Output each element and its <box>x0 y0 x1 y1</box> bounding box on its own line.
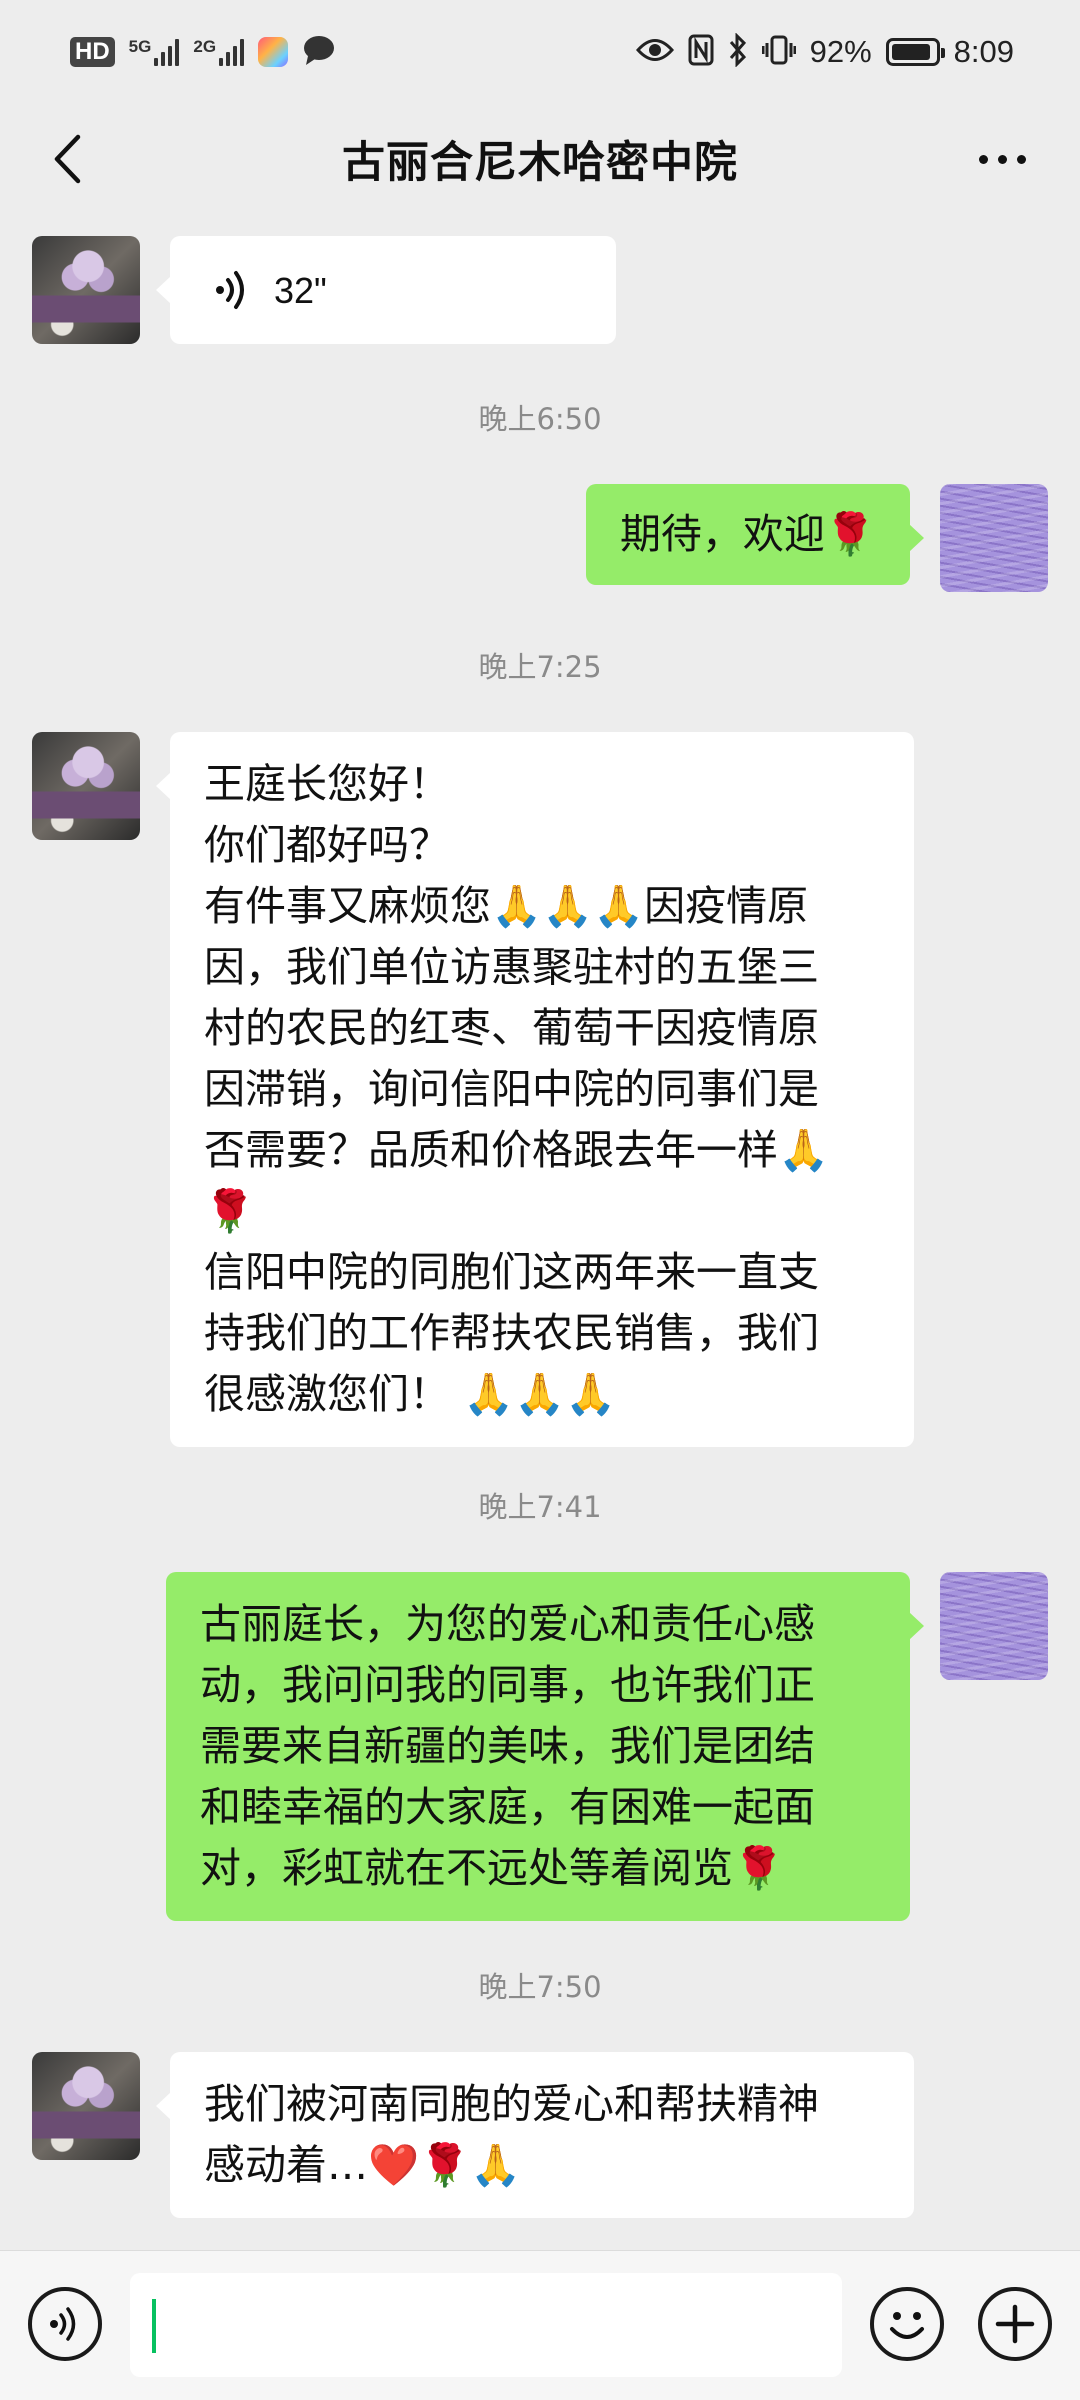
message-row: 王庭长您好！ 你们都好吗？ 有件事又麻烦您🙏🙏🙏因疫情原 因，我们单位访惠聚驻村… <box>0 732 1080 1447</box>
friend-avatar[interactable] <box>32 732 140 840</box>
chevron-left-icon <box>54 134 81 184</box>
message-input[interactable] <box>130 2273 842 2377</box>
message-line: 信阳中院的同胞们这两年来一直支 <box>204 1248 819 1296</box>
incoming-message-bubble[interactable]: 王庭长您好！ 你们都好吗？ 有件事又麻烦您🙏🙏🙏因疫情原 因，我们单位访惠聚驻村… <box>156 732 914 1447</box>
message-line: 古丽庭长，为您的爱心和责任心感 <box>200 1600 815 1648</box>
clock: 8:09 <box>953 34 1014 69</box>
emoji-icon <box>890 2312 924 2339</box>
emoji-button[interactable] <box>870 2287 944 2361</box>
message-line: 你们都好吗？ <box>204 821 450 869</box>
message-line: 感动着…❤️🌹🙏 <box>204 2141 522 2189</box>
timestamp: 晚上7:50 <box>478 1970 602 2004</box>
signal-bars-icon <box>219 38 245 66</box>
message-line: 很感激您们！ 🙏🙏🙏 <box>204 1370 617 1418</box>
my-avatar[interactable] <box>940 484 1048 592</box>
message-line: 王庭长您好！ <box>204 760 450 808</box>
status-left: HD 5G 2G <box>70 34 336 70</box>
sim2-network-label: 2G <box>193 37 217 56</box>
more-dots-icon <box>978 154 988 164</box>
message-row: 古丽庭长，为您的爱心和责任心感 动，我问问我的同事，也许我们正 需要来自新疆的美… <box>0 1572 1080 1921</box>
voice-duration: 32" <box>274 269 327 311</box>
input-bar <box>0 2250 1080 2400</box>
message-line: 村的农民的红枣、葡萄干因疫情原 <box>204 1004 819 1052</box>
sim1-signal: 5G <box>129 38 180 66</box>
text-caret <box>152 2299 156 2353</box>
battery-level <box>891 44 931 60</box>
bluetooth-icon <box>728 32 748 71</box>
message-line: 动，我问问我的同事，也许我们正 <box>200 1661 815 1709</box>
nfc-icon <box>688 34 714 70</box>
incoming-message-bubble[interactable]: 我们被河南同胞的爱心和帮扶精神 感动着…❤️🌹🙏 <box>156 2052 914 2218</box>
voice-wave-icon <box>214 270 254 310</box>
hd-badge: HD <box>70 37 115 67</box>
chat-header: 古丽合尼木哈密中院 <box>0 104 1080 214</box>
chat-title: 古丽合尼木哈密中院 <box>342 138 738 188</box>
message-line: 持我们的工作帮扶农民销售，我们 <box>204 1309 819 1357</box>
outgoing-message-bubble[interactable]: 古丽庭长，为您的爱心和责任心感 动，我问问我的同事，也许我们正 需要来自新疆的美… <box>166 1572 924 1921</box>
message-line: 🌹 <box>204 1187 256 1235</box>
signal-bars-icon <box>154 38 180 66</box>
chat-notification-icon <box>302 34 336 70</box>
timestamp: 晚上7:25 <box>478 650 602 684</box>
message-row: 期待，欢迎🌹 <box>0 484 1080 594</box>
friend-avatar[interactable] <box>32 236 140 344</box>
message-line: 需要来自新疆的美味，我们是团结 <box>200 1722 815 1770</box>
app-notification-icon <box>258 37 289 67</box>
plus-icon <box>995 2304 1035 2344</box>
sim2-signal: 2G <box>193 37 245 66</box>
message-line: 否需要？品质和价格跟去年一样🙏 <box>204 1126 830 1174</box>
status-bar: HD 5G 2G 92% 8:09 <box>0 0 1080 104</box>
message-row: 我们被河南同胞的爱心和帮扶精神 感动着…❤️🌹🙏 <box>0 2052 1080 2222</box>
more-options-button[interactable] <box>962 126 1042 192</box>
battery-percent: 92% <box>809 34 872 69</box>
timestamp: 晚上6:50 <box>478 402 602 436</box>
voice-message-content: 32" <box>214 260 327 321</box>
message-line: 和睦幸福的大家庭，有困难一起面 <box>200 1783 815 1831</box>
voice-message-bubble[interactable]: 32" <box>156 236 616 344</box>
message-row: 32" <box>0 236 1080 346</box>
message-line: 因，我们单位访惠聚驻村的五堡三 <box>204 943 819 991</box>
more-functions-button[interactable] <box>978 2287 1052 2361</box>
outgoing-message-bubble[interactable]: 期待，欢迎🌹 <box>585 484 925 585</box>
sim1-network-label: 5G <box>128 37 152 56</box>
timestamp: 晚上7:41 <box>478 1490 602 1524</box>
eye-icon <box>635 37 674 67</box>
friend-avatar[interactable] <box>32 2052 140 2160</box>
message-line: 因滞销，询问信阳中院的同事们是 <box>204 1065 819 1113</box>
vibrate-icon <box>761 34 797 70</box>
message-line: 对，彩虹就在不远处等着阅览🌹 <box>200 1844 785 1892</box>
voice-mode-icon <box>50 2307 76 2341</box>
battery-icon <box>885 38 945 66</box>
message-line: 有件事又麻烦您🙏🙏🙏因疫情原 <box>204 882 809 930</box>
back-button[interactable] <box>34 126 100 192</box>
message-line: 我们被河南同胞的爱心和帮扶精神 <box>204 2080 819 2128</box>
voice-mode-button[interactable] <box>28 2287 102 2361</box>
my-avatar[interactable] <box>940 1572 1048 1680</box>
message-line: 期待，欢迎🌹 <box>619 510 876 558</box>
status-right: 92% 8:09 <box>635 32 1014 71</box>
